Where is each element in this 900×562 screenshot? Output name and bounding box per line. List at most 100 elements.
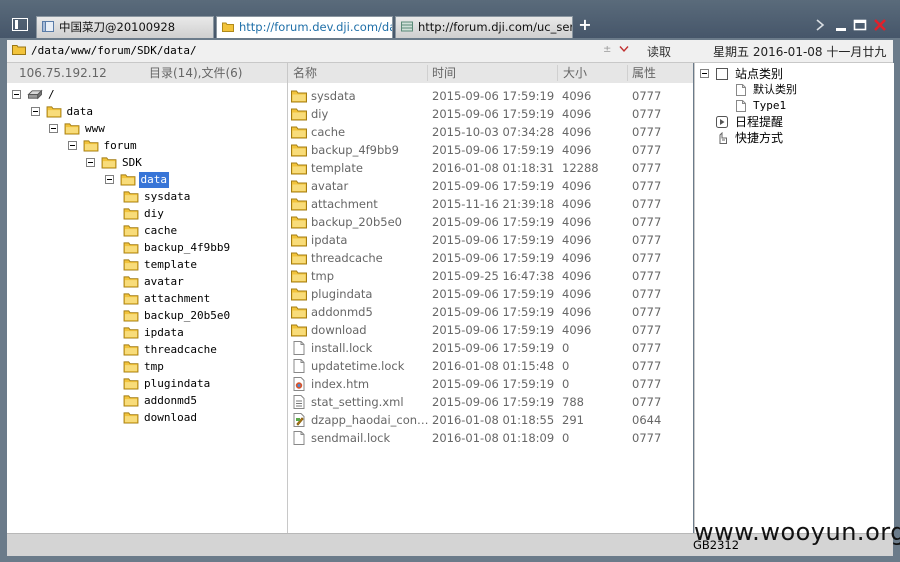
column-attr[interactable]: 属性 xyxy=(632,63,656,83)
column-name[interactable]: 名称 xyxy=(293,63,317,83)
collapse-toggle-icon[interactable] xyxy=(12,90,21,99)
file-attr: 0777 xyxy=(632,143,662,157)
folder-icon xyxy=(291,180,307,193)
folder-icon xyxy=(291,90,307,103)
file-time: 2015-09-06 17:59:19 xyxy=(432,395,555,409)
file-time: 2015-09-06 17:59:19 xyxy=(432,215,555,229)
collapse-toggle-icon[interactable] xyxy=(86,158,95,167)
xml-file-icon xyxy=(293,395,305,409)
file-row[interactable]: threadcache 2015-09-06 17:59:19 4096 0777 xyxy=(288,249,693,267)
php-file-icon xyxy=(293,413,305,427)
column-divider[interactable] xyxy=(427,65,428,81)
file-row[interactable]: stat_setting.xml 2015-09-06 17:59:19 788 07… xyxy=(288,393,693,411)
tab-caidao[interactable]: 中国菜刀@20100928 xyxy=(36,16,214,38)
file-row[interactable]: updatetime.lock 2016-01-08 01:15:48 0 0777 xyxy=(288,357,693,375)
file-row[interactable]: index.htm 2015-09-06 17:59:19 0 0777 xyxy=(288,375,693,393)
file-row[interactable]: sysdata 2015-09-06 17:59:19 4096 0777 xyxy=(288,87,693,105)
file-row[interactable]: ipdata 2015-09-06 17:59:19 4096 0777 xyxy=(288,231,693,249)
folder-icon xyxy=(123,344,139,356)
file-row[interactable]: template 2016-01-08 01:18:31 12288 0777 xyxy=(288,159,693,177)
file-attr: 0777 xyxy=(632,125,662,139)
file-name: sendmail.lock xyxy=(311,431,391,445)
file-time: 2015-11-16 21:39:18 xyxy=(432,197,555,211)
maximize-icon[interactable] xyxy=(852,17,868,33)
collapse-toggle-icon[interactable] xyxy=(67,141,77,150)
chevron-right-icon[interactable] xyxy=(812,17,828,33)
file-row[interactable]: install.lock 2015-09-06 17:59:19 0 0777 xyxy=(288,339,693,357)
file-row[interactable]: backup_4f9bb9 2015-09-06 17:59:19 4096 0777 xyxy=(288,141,693,159)
file-icon xyxy=(293,431,305,445)
tab-uc-server[interactable]: http://forum.dji.com/uc_serve... xyxy=(395,16,573,38)
folder-icon xyxy=(123,310,139,322)
column-time[interactable]: 时间 xyxy=(432,63,456,83)
file-time: 2015-09-06 17:59:19 xyxy=(432,251,555,265)
folder-icon xyxy=(123,293,139,305)
close-icon[interactable] xyxy=(872,17,888,33)
file-attr: 0777 xyxy=(632,215,662,229)
column-divider[interactable] xyxy=(627,65,628,81)
site-panel[interactable]: 站点类别 默认类别 Type1 日程提醒 快捷方式 xyxy=(694,63,894,533)
folder-icon xyxy=(291,234,307,247)
read-button[interactable]: 读取 xyxy=(647,43,671,60)
tree-item-label: diy xyxy=(144,207,164,220)
file-list[interactable]: sysdata 2015-09-06 17:59:19 4096 0777 diy 201… xyxy=(288,83,693,533)
tree-item-label: SDK xyxy=(122,156,142,169)
file-time: 2016-01-08 01:18:31 xyxy=(432,161,555,175)
file-size: 0 xyxy=(562,377,570,391)
tree-item-label: avatar xyxy=(144,275,184,288)
minimize-icon[interactable] xyxy=(833,17,849,33)
page-icon xyxy=(736,84,746,96)
new-tab-button[interactable]: + xyxy=(578,17,592,33)
file-attr: 0777 xyxy=(632,323,662,337)
file-row[interactable]: sendmail.lock 2016-01-08 01:18:09 0 0777 xyxy=(288,429,693,447)
collapse-toggle-icon[interactable] xyxy=(49,124,58,133)
collapse-toggle-icon[interactable] xyxy=(700,69,709,78)
drive-icon xyxy=(27,89,43,100)
file-size: 0 xyxy=(562,431,570,445)
column-divider[interactable] xyxy=(557,65,558,81)
collapse-toggle-icon[interactable] xyxy=(104,175,114,184)
tree-item-label: / xyxy=(48,88,55,101)
file-name: template xyxy=(311,161,363,175)
file-icon xyxy=(293,341,305,355)
file-row[interactable]: avatar 2015-09-06 17:59:19 4096 0777 xyxy=(288,177,693,195)
file-time: 2015-09-06 17:59:19 xyxy=(432,233,555,247)
file-row[interactable]: tmp 2015-09-25 16:47:38 4096 0777 xyxy=(288,267,693,285)
file-row[interactable]: backup_20b5e0 2015-09-06 17:59:19 4096 0777 xyxy=(288,213,693,231)
collapse-toggle-icon[interactable] xyxy=(30,107,40,116)
folder-icon xyxy=(291,126,307,139)
date-display: 星期五 2016-01-08 十一月廿九 xyxy=(713,45,887,59)
file-size: 4096 xyxy=(562,143,592,157)
file-row[interactable]: cache 2015-10-03 07:34:28 4096 0777 xyxy=(288,123,693,141)
file-row[interactable]: plugindata 2015-09-06 17:59:19 4096 0777 xyxy=(288,285,693,303)
file-row[interactable]: download 2015-09-06 17:59:19 4096 0777 xyxy=(288,321,693,339)
file-row[interactable]: diy 2015-09-06 17:59:19 4096 0777 xyxy=(288,105,693,123)
side-tree-label: 默认类别 xyxy=(753,83,797,96)
directory-tree[interactable]: / data www forum SDK data sysdata diy cache backu… xyxy=(7,83,288,533)
file-attr: 0777 xyxy=(632,377,662,391)
side-tree-label: 站点类别 xyxy=(735,67,784,81)
file-row[interactable]: addonmd5 2015-09-06 17:59:19 4096 0777 xyxy=(288,303,693,321)
column-size[interactable]: 大小 xyxy=(563,63,587,83)
file-row[interactable]: dzapp_haodai_config....2016-01-08 01:18:… xyxy=(288,411,693,429)
tree-item-label: www xyxy=(85,122,105,135)
file-name: download xyxy=(311,323,367,337)
tab-label: http://forum.dev.dji.com/data... xyxy=(239,20,392,34)
chevron-down-icon[interactable] xyxy=(619,45,629,53)
file-name: install.lock xyxy=(311,341,373,355)
address-input[interactable]: /data/www/forum/SDK/data/ xyxy=(31,44,197,57)
file-size: 4096 xyxy=(562,215,592,229)
file-attr: 0777 xyxy=(632,341,662,355)
file-time: 2015-09-06 17:59:19 xyxy=(432,89,555,103)
tree-item-label: data xyxy=(138,172,169,188)
folder-icon xyxy=(222,22,234,32)
folder-icon xyxy=(291,198,307,211)
app-menu-icon[interactable] xyxy=(12,18,28,31)
folder-icon xyxy=(123,361,139,373)
tab-forum-dev[interactable]: http://forum.dev.dji.com/data... xyxy=(216,16,393,38)
file-row[interactable]: attachment 2015-11-16 21:39:18 4096 0777 xyxy=(288,195,693,213)
page-icon xyxy=(736,100,746,112)
tree-item-label: attachment xyxy=(144,292,211,305)
server-ip: 106.75.192.12 xyxy=(19,66,107,80)
address-combo-marker: ± xyxy=(603,44,612,55)
